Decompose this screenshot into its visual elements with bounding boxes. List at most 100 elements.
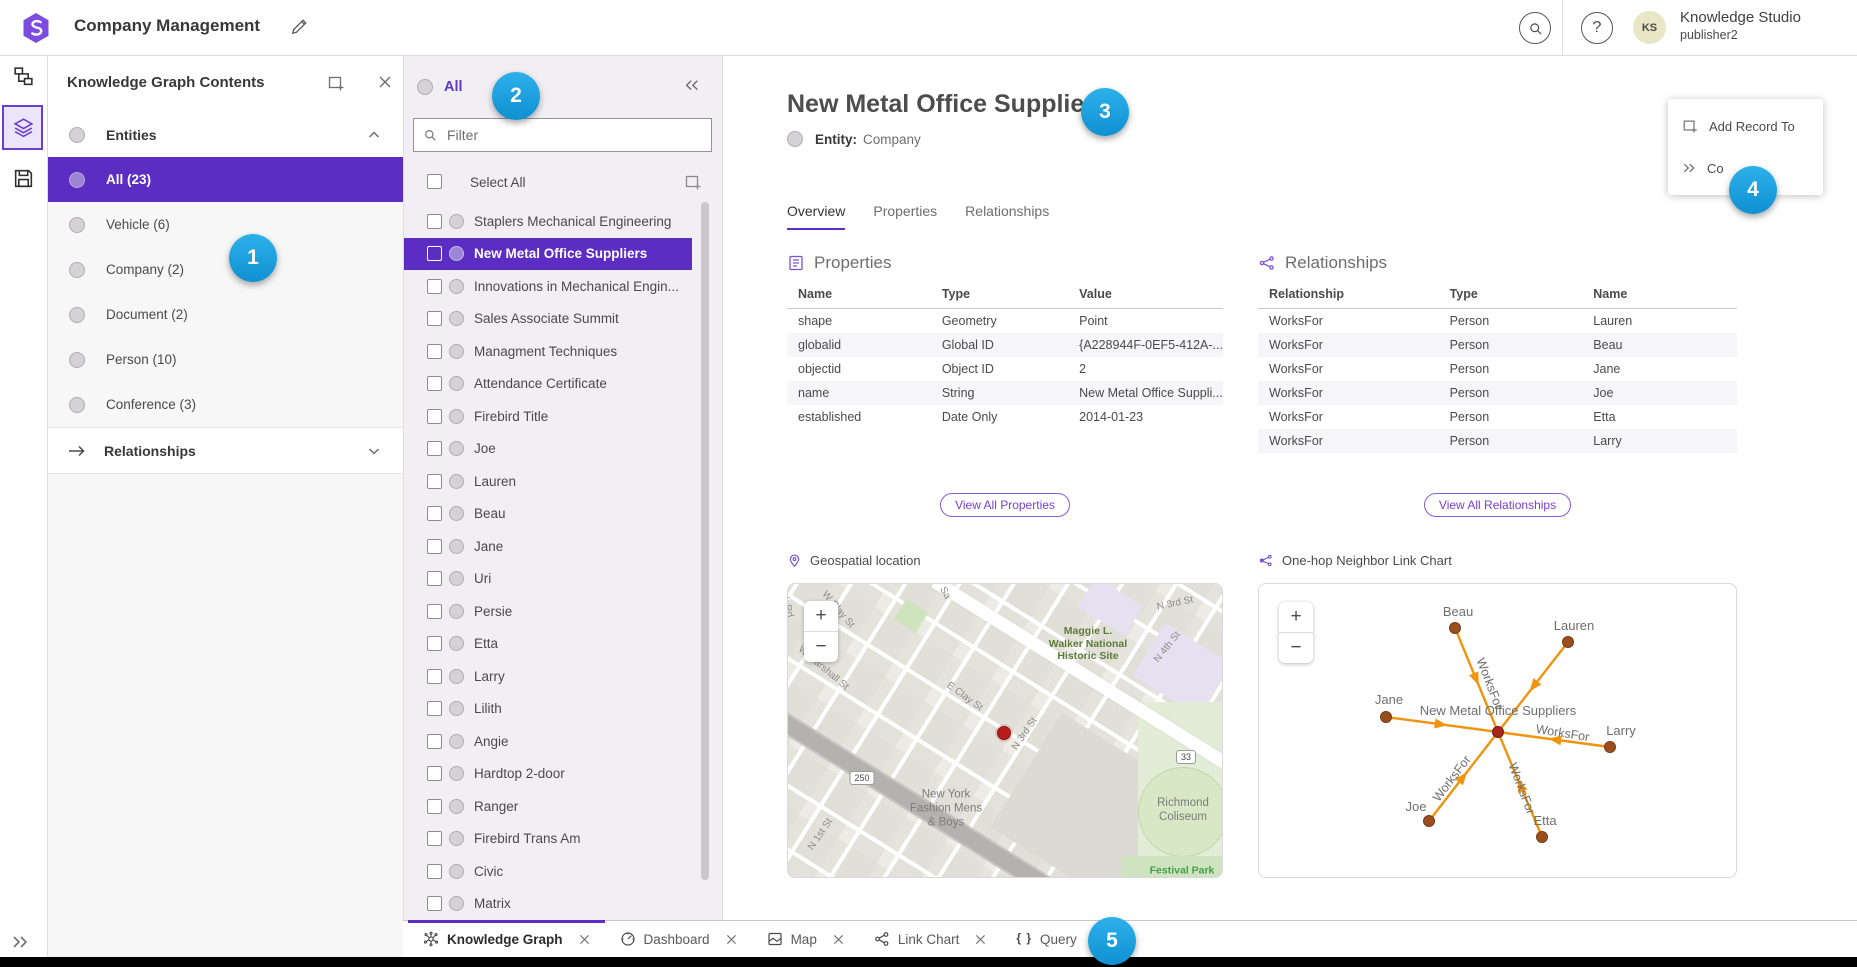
tab-overview[interactable]: Overview (787, 203, 845, 230)
list-item[interactable]: Innovations in Mechanical Engin... (403, 270, 722, 303)
close-panel-icon[interactable] (377, 74, 393, 90)
doc-tab-link-chart[interactable]: Link Chart (859, 921, 1002, 957)
entity-type-row[interactable]: Document (2) (47, 292, 403, 337)
close-tab-icon[interactable] (975, 934, 986, 945)
table-cell-link[interactable]: Joe (1593, 381, 1737, 405)
list-item[interactable]: Civic (403, 855, 722, 888)
collapse-panel-icon[interactable] (684, 79, 700, 93)
item-checkbox[interactable] (427, 409, 442, 424)
list-item[interactable]: Etta (403, 628, 722, 661)
list-item[interactable]: Lilith (403, 693, 722, 726)
item-checkbox[interactable] (427, 441, 442, 456)
help-button[interactable]: ? (1581, 12, 1613, 44)
table-cell-link[interactable]: Etta (1593, 405, 1737, 429)
entity-type-row[interactable]: Person (10) (47, 337, 403, 382)
zoom-in-button[interactable]: + (1279, 602, 1313, 632)
item-checkbox[interactable] (427, 246, 442, 261)
item-checkbox[interactable] (427, 539, 442, 554)
close-tab-icon[interactable] (726, 934, 737, 945)
avatar[interactable]: KS (1633, 11, 1666, 44)
item-checkbox[interactable] (427, 214, 442, 229)
list-item[interactable]: Joe (403, 433, 722, 466)
table-cell-link[interactable]: WorksFor (1258, 309, 1450, 334)
entity-type-row[interactable]: Company (2) (47, 247, 403, 292)
entity-type-row[interactable]: All (23) (47, 157, 403, 202)
doc-tab-dashboard[interactable]: Dashboard (605, 921, 752, 957)
item-checkbox[interactable] (427, 701, 442, 716)
list-item[interactable]: Lauren (403, 465, 722, 498)
search-button[interactable] (1519, 12, 1551, 44)
zoom-out-button[interactable]: − (804, 631, 838, 662)
tab-properties[interactable]: Properties (873, 203, 937, 230)
list-item[interactable]: Persie (403, 595, 722, 628)
scrollbar-thumb[interactable] (701, 202, 709, 880)
list-item[interactable]: Beau (403, 498, 722, 531)
entities-section-header[interactable]: Entities (47, 112, 403, 157)
graph-center-node[interactable] (1493, 727, 1504, 738)
chevron-up-icon[interactable] (367, 128, 381, 142)
item-checkbox[interactable] (427, 864, 442, 879)
graph-node[interactable] (1381, 712, 1392, 723)
item-checkbox[interactable] (427, 376, 442, 391)
layers-icon[interactable] (12, 116, 35, 139)
data-model-icon[interactable] (12, 65, 35, 88)
item-checkbox[interactable] (427, 669, 442, 684)
filter-input[interactable] (445, 126, 689, 144)
table-cell-link[interactable]: Jane (1593, 357, 1737, 381)
chevron-down-icon[interactable] (367, 444, 381, 458)
relationships-section-header[interactable]: Relationships (47, 427, 403, 474)
doc-tab-map[interactable]: Map (752, 921, 859, 957)
list-item[interactable]: Attendance Certificate (403, 368, 722, 401)
entity-type-row[interactable]: Conference (3) (47, 382, 403, 427)
edit-title-icon[interactable] (290, 18, 308, 36)
menu-item-add-record-to[interactable]: Add Record To (1668, 105, 1823, 147)
graph-node[interactable] (1424, 816, 1435, 827)
table-cell-link[interactable]: WorksFor (1258, 429, 1450, 453)
list-item[interactable]: Angie (403, 725, 722, 758)
item-checkbox[interactable] (427, 279, 442, 294)
view-all-relationships-button[interactable]: View All Relationships (1424, 493, 1571, 517)
list-item[interactable]: Jane (403, 530, 722, 563)
list-item[interactable]: Firebird Title (403, 400, 722, 433)
table-cell-link[interactable]: Lauren (1593, 309, 1737, 334)
item-checkbox[interactable] (427, 831, 442, 846)
table-cell-link[interactable]: Larry (1593, 429, 1737, 453)
list-item[interactable]: Staplers Mechanical Engineering (403, 205, 722, 238)
table-cell-link[interactable]: WorksFor (1258, 405, 1450, 429)
list-item[interactable]: Matrix (403, 888, 722, 921)
item-checkbox[interactable] (427, 734, 442, 749)
item-checkbox[interactable] (427, 344, 442, 359)
list-item[interactable]: Ranger (403, 790, 722, 823)
table-cell-link[interactable]: Beau (1593, 333, 1737, 357)
zoom-out-button[interactable]: − (1279, 632, 1313, 663)
list-header-label[interactable]: All (444, 79, 463, 95)
zoom-in-button[interactable]: + (804, 601, 838, 631)
user-info[interactable]: Knowledge Studio publisher2 (1680, 9, 1801, 43)
close-tab-icon[interactable] (833, 934, 844, 945)
item-checkbox[interactable] (427, 604, 442, 619)
graph-node[interactable] (1605, 742, 1616, 753)
link-chart-svg[interactable]: WorksForWorksForWorksForWorksForNew Meta… (1259, 584, 1737, 878)
map-entity-marker[interactable] (997, 726, 1011, 740)
item-checkbox[interactable] (427, 766, 442, 781)
list-item[interactable]: Managment Techniques (403, 335, 722, 368)
expand-rail-icon[interactable] (11, 935, 29, 949)
item-checkbox[interactable] (427, 896, 442, 911)
save-icon[interactable] (12, 167, 35, 190)
doc-tab-knowledge-graph[interactable]: Knowledge Graph (408, 921, 605, 957)
graph-node[interactable] (1537, 832, 1548, 843)
add-record-icon[interactable] (684, 173, 702, 191)
entity-type-row[interactable]: Vehicle (6) (47, 202, 403, 247)
tab-relationships[interactable]: Relationships (965, 203, 1049, 230)
list-item[interactable]: Sales Associate Summit (403, 303, 722, 336)
graph-node[interactable] (1450, 623, 1461, 634)
item-checkbox[interactable] (427, 311, 442, 326)
list-item[interactable]: Larry (403, 660, 722, 693)
graph-node[interactable] (1563, 637, 1574, 648)
list-item[interactable]: Firebird Trans Am (403, 823, 722, 856)
item-checkbox[interactable] (427, 799, 442, 814)
map-canvas[interactable]: k RdW Clay StSaW Marshall StE Clay StN 3… (788, 584, 1222, 877)
list-item[interactable]: Hardtop 2-door (403, 758, 722, 791)
list-item[interactable]: Uri (403, 563, 722, 596)
table-cell-link[interactable]: WorksFor (1258, 357, 1450, 381)
